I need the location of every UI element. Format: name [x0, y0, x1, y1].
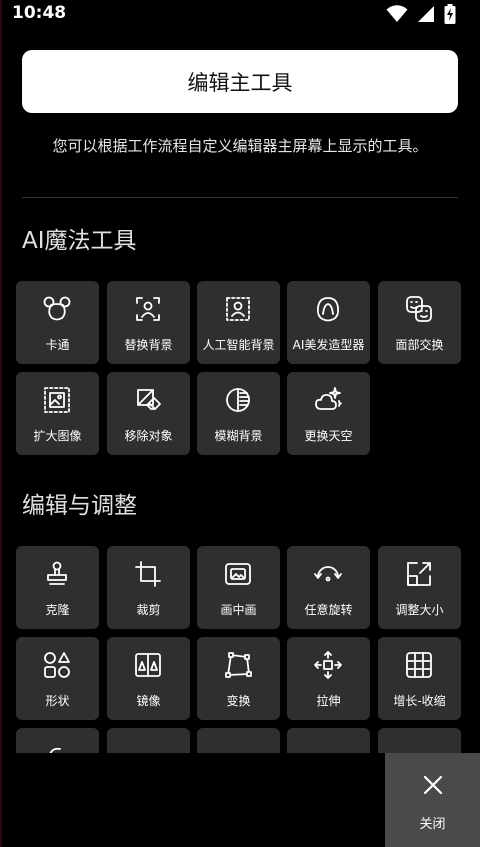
tool-mirror[interactable]: 镜像: [107, 637, 190, 720]
status-icons: [386, 4, 456, 24]
tool-label: 替换背景: [124, 338, 173, 352]
close-button[interactable]: 关闭: [385, 753, 480, 847]
left-edge-accent: [0, 0, 2, 847]
tool-ai-hair-stylist[interactable]: AI美发造型器: [287, 281, 370, 364]
tool-label: 形状: [45, 694, 70, 708]
expand-image-icon: [44, 387, 70, 413]
status-time: 10:48: [12, 3, 67, 23]
tool-expand-image[interactable]: 扩大图像: [16, 372, 99, 455]
tool-partial-4[interactable]: [287, 728, 370, 753]
grow-shrink-icon: [406, 652, 432, 678]
frame-icon: [404, 741, 434, 753]
wave-icon: [133, 741, 163, 753]
tool-label: AI美发造型器: [292, 338, 365, 352]
clone-stamp-icon: [47, 561, 67, 585]
tool-label: 模糊背景: [214, 429, 263, 443]
replace-background-icon: [136, 297, 160, 321]
ai-background-icon: [226, 297, 250, 321]
divider: [22, 197, 458, 198]
tool-partial-2[interactable]: [107, 728, 190, 753]
tool-label: 移除对象: [124, 429, 173, 443]
tool-cartoon[interactable]: 卡通: [16, 281, 99, 364]
edit-main-tools-button[interactable]: 编辑主工具: [22, 50, 458, 113]
tool-crop[interactable]: 裁剪: [107, 546, 190, 629]
tool-shapes[interactable]: 形状: [16, 637, 99, 720]
blur-background-icon: [226, 388, 250, 412]
tool-label: 画中画: [220, 603, 257, 617]
replace-sky-icon: [315, 387, 342, 410]
free-rotate-icon: [314, 566, 342, 582]
tool-resize[interactable]: 调整大小: [378, 546, 461, 629]
battery-charging-icon: [444, 4, 456, 24]
tool-partial-1[interactable]: [16, 728, 99, 753]
tool-blur-background[interactable]: 模糊背景: [197, 372, 280, 455]
tool-label: 面部交换: [395, 338, 444, 352]
tool-label: 卡通: [45, 338, 70, 352]
wifi-icon: [386, 5, 408, 22]
tool-label: 调整大小: [395, 603, 444, 617]
tool-label: 裁剪: [136, 603, 161, 617]
tool-label: 拉伸: [316, 694, 341, 708]
resize-icon: [407, 562, 431, 586]
close-label: 关闭: [419, 817, 446, 832]
split-icon: [313, 741, 343, 753]
tool-label: 增长-收缩: [393, 694, 446, 708]
tool-remove-object[interactable]: 移除对象: [107, 372, 190, 455]
arrow-icon: [223, 741, 253, 753]
tool-label: 更换天空: [304, 429, 353, 443]
tool-ai-background[interactable]: 人工智能背景: [197, 281, 280, 364]
mirror-icon: [135, 653, 161, 677]
curve-icon: [49, 747, 61, 753]
cellular-signal-icon: [418, 6, 434, 22]
section-title-edit-adjust: 编辑与调整: [22, 493, 137, 519]
tool-label: 任意旋转: [304, 603, 353, 617]
tool-label: 变换: [226, 694, 251, 708]
tool-replace-background[interactable]: 替换背景: [107, 281, 190, 364]
ai-tools-grid: 卡通 替换背景 人工智能背景 AI美发造型器 面部交换 扩大图像 移除对象 模糊…: [16, 281, 466, 456]
edit-tools-grid: 克隆 裁剪 画中画 任意旋转 调整大小 形状 镜像 变换 拉伸 增长-收缩: [16, 546, 466, 753]
ai-hair-icon: [316, 297, 340, 322]
tool-picture-in-picture[interactable]: 画中画: [197, 546, 280, 629]
tool-grow-shrink[interactable]: 增长-收缩: [378, 637, 461, 720]
section-title-ai-tools: AI魔法工具: [22, 228, 137, 254]
crop-icon: [135, 561, 161, 587]
tool-label: 人工智能背景: [202, 338, 275, 352]
face-swap-icon: [406, 296, 432, 322]
tool-label: 镜像: [136, 694, 161, 708]
remove-object-icon: [137, 389, 161, 410]
tool-free-rotate[interactable]: 任意旋转: [287, 546, 370, 629]
tool-partial-5[interactable]: [378, 728, 461, 753]
tool-clone[interactable]: 克隆: [16, 546, 99, 629]
shapes-icon: [44, 652, 70, 678]
tool-label: 克隆: [45, 603, 70, 617]
stretch-icon: [314, 651, 342, 679]
close-icon: [423, 775, 443, 795]
tool-partial-3[interactable]: [197, 728, 280, 753]
transform-icon: [225, 652, 252, 678]
tool-transform[interactable]: 变换: [197, 637, 280, 720]
picture-in-picture-icon: [225, 563, 251, 585]
tool-replace-sky[interactable]: 更换天空: [287, 372, 370, 455]
tool-face-swap[interactable]: 面部交换: [378, 281, 461, 364]
status-bar: 10:48: [0, 0, 480, 28]
description-text: 您可以根据工作流程自定义编辑器主屏幕上显示的工具。: [52, 137, 428, 155]
tool-stretch[interactable]: 拉伸: [287, 637, 370, 720]
cartoon-icon: [43, 296, 71, 321]
tool-label: 扩大图像: [33, 429, 82, 443]
